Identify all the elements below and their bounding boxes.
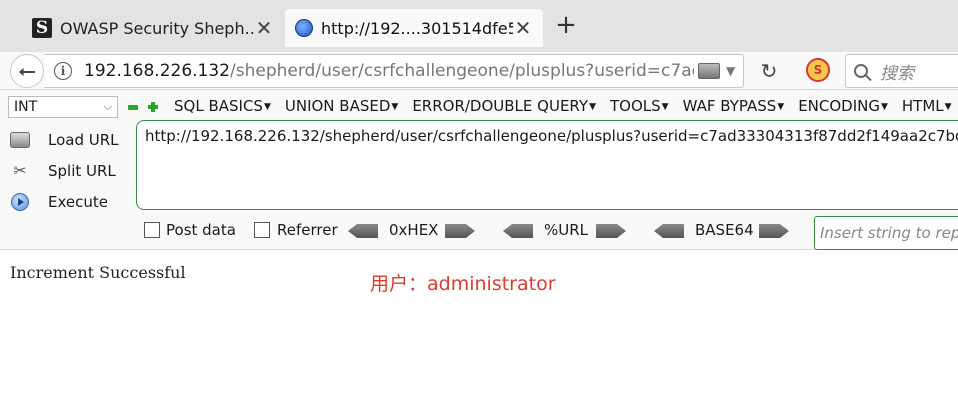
drive-icon[interactable] bbox=[698, 63, 720, 79]
load-url-icon bbox=[10, 131, 30, 148]
chevron-down-icon[interactable]: ▼ bbox=[726, 64, 735, 78]
hex-encode-arrow-icon[interactable] bbox=[445, 224, 475, 238]
hackbar-actions: Load URL ✂ Split URL Execute bbox=[8, 124, 128, 217]
int-select[interactable]: INT ⌵ bbox=[8, 96, 118, 118]
navigation-bar: ⭠ i 192.168.226.132/shepherd/user/csrfch… bbox=[0, 52, 958, 90]
new-tab-button[interactable]: + bbox=[553, 10, 579, 40]
tab-title: OWASP Security Sheph... bbox=[60, 18, 254, 38]
tab-strip: S OWASP Security Sheph... ✕ http://192..… bbox=[0, 0, 958, 52]
load-url-button[interactable]: Load URL bbox=[8, 124, 128, 155]
menu-union-based[interactable]: UNION BASED▼ bbox=[285, 97, 398, 115]
address-url[interactable]: 192.168.226.132/shepherd/user/csrfchalle… bbox=[84, 61, 694, 81]
back-button[interactable]: ⭠ bbox=[10, 54, 44, 88]
plus-icon[interactable] bbox=[148, 102, 158, 112]
minus-icon[interactable] bbox=[128, 105, 138, 110]
tab-title: http://192....301514dfe52 bbox=[321, 18, 513, 38]
base64-decode-arrow-icon[interactable] bbox=[654, 224, 684, 238]
base64-encode-arrow-icon[interactable] bbox=[759, 224, 789, 238]
referrer-checkbox[interactable] bbox=[254, 222, 270, 238]
url-host: 192.168.226.132 bbox=[84, 61, 231, 81]
menu-sql-basics[interactable]: SQL BASICS▼ bbox=[174, 97, 271, 115]
search-box[interactable]: 搜索 bbox=[845, 54, 958, 88]
result-message: Increment Successful bbox=[10, 263, 186, 282]
select-value: INT bbox=[14, 99, 38, 115]
hex-decode-arrow-icon[interactable] bbox=[348, 224, 378, 238]
tab-owasp-shepherd[interactable]: S OWASP Security Sheph... ✕ bbox=[22, 9, 284, 47]
tab-active-url[interactable]: http://192....301514dfe52 ✕ bbox=[285, 9, 543, 47]
base64-label: BASE64 bbox=[695, 221, 754, 239]
menu-tools[interactable]: TOOLS▼ bbox=[610, 97, 669, 115]
hackbar-url-textarea[interactable]: http://192.168.226.132/shepherd/user/csr… bbox=[136, 120, 958, 210]
load-url-label: Load URL bbox=[48, 130, 119, 149]
url-encode-arrow-icon[interactable] bbox=[596, 224, 626, 238]
hackbar-options-row: Post data Referrer 0xHEX %URL BASE64 Ins… bbox=[0, 216, 958, 250]
shepherd-s-icon: S bbox=[32, 18, 52, 38]
menu-encoding[interactable]: ENCODING▼ bbox=[798, 97, 888, 115]
url-decode-arrow-icon[interactable] bbox=[503, 224, 533, 238]
hackbar-url-value: http://192.168.226.132/shepherd/user/csr… bbox=[145, 127, 958, 145]
hex-label: 0xHEX bbox=[389, 221, 439, 239]
reload-button[interactable]: ↻ bbox=[757, 59, 781, 83]
url-path: /shepherd/user/csrfchallengeone/plusplus… bbox=[230, 61, 694, 81]
search-icon bbox=[854, 64, 868, 78]
url-encoding-label: %URL bbox=[544, 221, 589, 239]
post-data-label: Post data bbox=[166, 221, 236, 239]
split-url-button[interactable]: ✂ Split URL bbox=[8, 155, 128, 186]
insert-string-input[interactable]: Insert string to repl bbox=[814, 216, 958, 250]
hackbar-menus: SQL BASICS▼ UNION BASED▼ ERROR/DOUBLE QU… bbox=[174, 97, 958, 115]
execute-label: Execute bbox=[48, 192, 108, 211]
address-bar[interactable]: i 192.168.226.132/shepherd/user/csrfchal… bbox=[44, 54, 744, 88]
globe-icon bbox=[295, 19, 313, 37]
menu-waf-bypass[interactable]: WAF BYPASS▼ bbox=[683, 97, 785, 115]
hackbar-toolbar: INT ⌵ SQL BASICS▼ UNION BASED▼ ERROR/DOU… bbox=[0, 90, 958, 250]
reload-icon: ↻ bbox=[760, 59, 778, 83]
page-content: Increment Successful 用户：administrator bbox=[0, 251, 958, 407]
execute-button[interactable]: Execute bbox=[8, 186, 128, 217]
insert-string-placeholder: Insert string to repl bbox=[820, 224, 958, 242]
referrer-label: Referrer bbox=[277, 221, 338, 239]
hackbar-menu-row: INT ⌵ SQL BASICS▼ UNION BASED▼ ERROR/DOU… bbox=[0, 94, 958, 120]
menu-error-double-query[interactable]: ERROR/DOUBLE QUERY▼ bbox=[412, 97, 596, 115]
split-url-label: Split URL bbox=[48, 161, 116, 180]
scissors-icon: ✂ bbox=[13, 161, 27, 180]
close-icon[interactable]: ✕ bbox=[254, 16, 274, 40]
close-icon[interactable]: ✕ bbox=[513, 16, 533, 40]
menu-html[interactable]: HTML▼ bbox=[902, 97, 952, 115]
post-data-checkbox[interactable] bbox=[144, 222, 160, 238]
play-icon bbox=[11, 192, 29, 211]
user-annotation: 用户：administrator bbox=[370, 273, 556, 295]
info-icon[interactable]: i bbox=[54, 62, 72, 80]
arrow-left-icon: ⭠ bbox=[18, 58, 36, 84]
chevron-down-icon: ⌵ bbox=[103, 100, 112, 113]
noscript-icon[interactable]: S bbox=[806, 58, 830, 82]
search-placeholder: 搜索 bbox=[880, 63, 914, 84]
